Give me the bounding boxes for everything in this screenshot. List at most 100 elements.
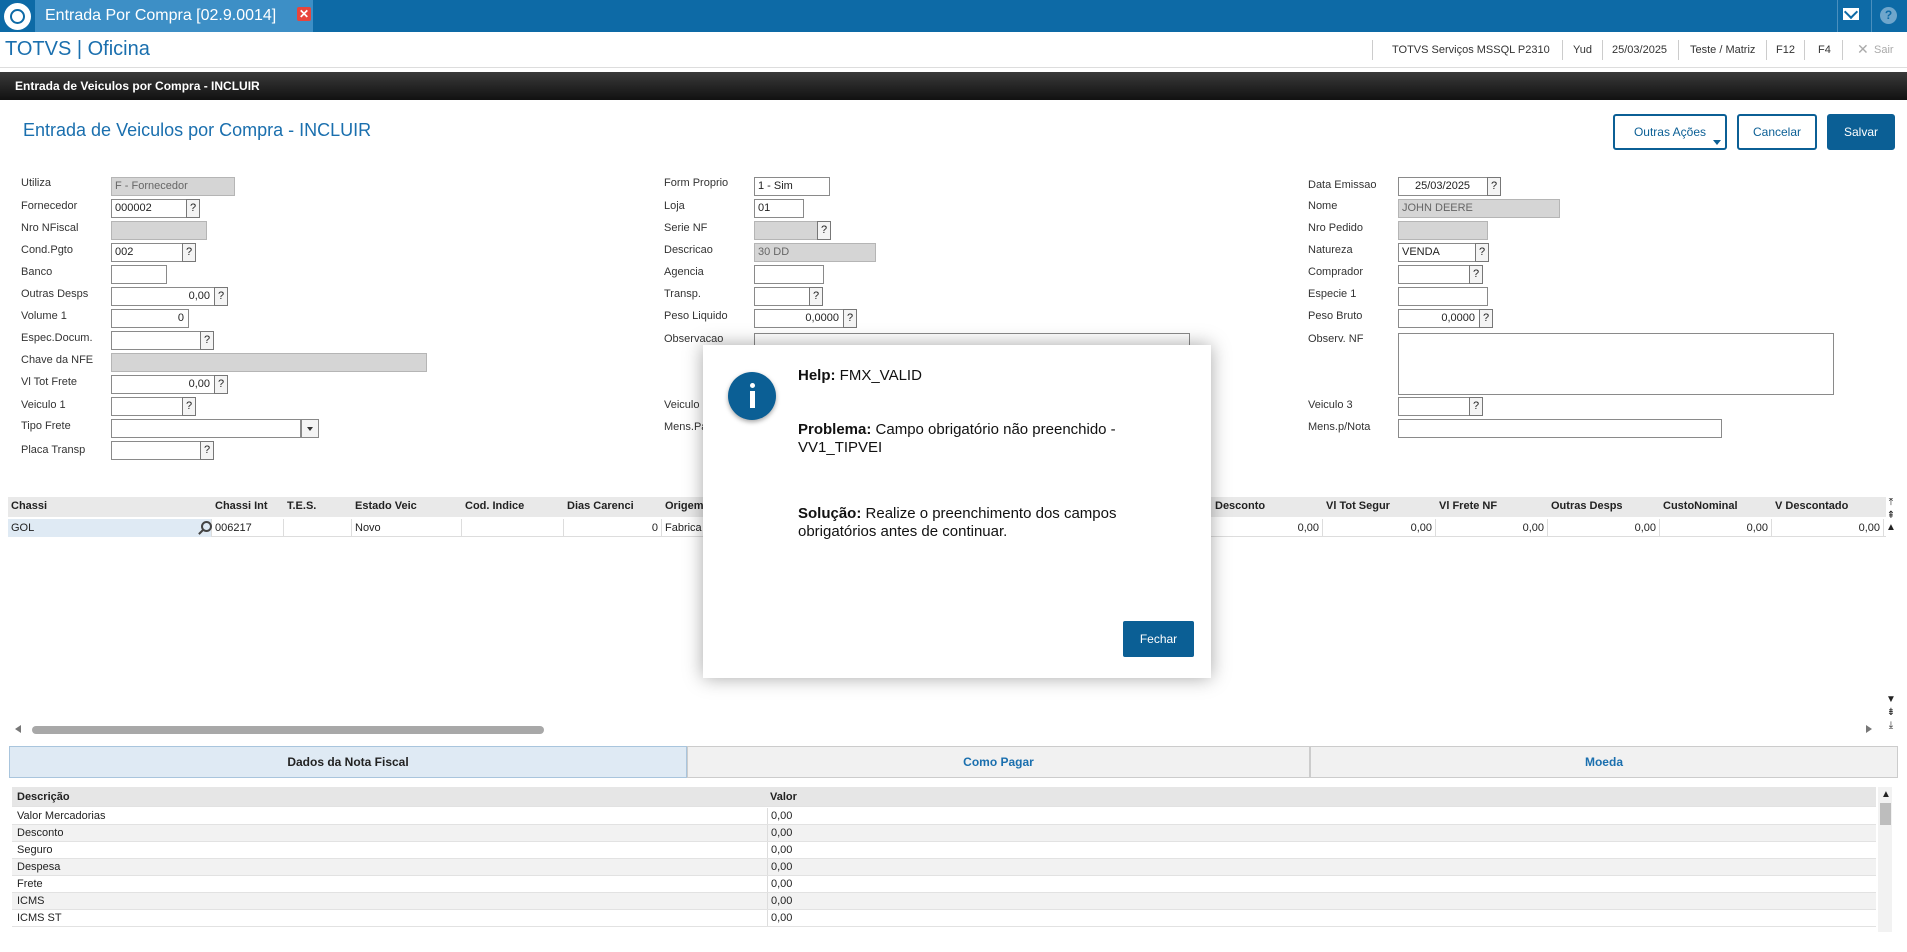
banco-field[interactable] — [111, 265, 167, 284]
fechar-button[interactable]: Fechar — [1123, 621, 1194, 657]
veiculo-3-field[interactable] — [1398, 397, 1470, 416]
cell-vl-tot-segur[interactable]: 0,00 — [1323, 519, 1436, 537]
scroll-page-up-icon[interactable]: ⇞ — [1884, 510, 1898, 521]
cancelar-button[interactable]: Cancelar — [1737, 114, 1817, 150]
peso-liquido-help-button[interactable]: ? — [843, 309, 857, 328]
cell-tes[interactable] — [284, 519, 352, 537]
totvs-logo-icon[interactable] — [4, 3, 31, 30]
col-desconto[interactable]: Desconto — [1215, 500, 1265, 512]
descricao-field[interactable]: 30 DD — [754, 243, 876, 262]
transp-lookup-button[interactable]: ? — [809, 287, 823, 306]
cond-pgto-lookup-button[interactable]: ? — [182, 243, 196, 262]
observ-nf-textarea[interactable] — [1398, 333, 1834, 395]
cell-cod-indice[interactable] — [462, 519, 564, 537]
horizontal-scroll-thumb[interactable] — [32, 726, 544, 734]
utiliza-field[interactable]: F - Fornecedor — [111, 177, 235, 196]
outras-acoes-button[interactable]: Outras Ações — [1613, 114, 1727, 150]
mens-p-nota-field[interactable] — [1398, 419, 1722, 438]
vl-tot-frete-field[interactable]: 0,00 — [111, 375, 215, 394]
table-row[interactable]: Seguro 0,00 — [12, 842, 1876, 859]
peso-bruto-help-button[interactable]: ? — [1479, 309, 1493, 328]
cond-pgto-field[interactable]: 002 — [111, 243, 183, 262]
chevron-down-icon[interactable] — [301, 419, 319, 438]
scroll-up-icon[interactable]: ▲ — [1879, 789, 1893, 800]
natureza-lookup-button[interactable]: ? — [1475, 243, 1489, 262]
serie-nf-field[interactable] — [754, 221, 818, 240]
cell-chassi[interactable]: GOL — [8, 519, 212, 537]
f4-shortcut[interactable]: F4 — [1818, 44, 1831, 56]
calendar-help-button[interactable]: ? — [1487, 177, 1501, 196]
nro-nfiscal-field[interactable] — [111, 221, 207, 240]
mail-icon[interactable] — [1843, 8, 1859, 20]
placa-transp-lookup-button[interactable]: ? — [200, 441, 214, 460]
cell-estado-veic[interactable]: Novo — [352, 519, 462, 537]
table-row[interactable]: ICMS ST 0,00 — [12, 910, 1876, 927]
vl-tot-frete-help-button[interactable]: ? — [214, 375, 228, 394]
vertical-scroll-thumb[interactable] — [1880, 803, 1891, 825]
col-chassi-int[interactable]: Chassi Int — [215, 500, 268, 512]
tab-como-pagar[interactable]: Como Pagar — [687, 746, 1310, 778]
scroll-right-icon[interactable] — [1866, 725, 1872, 733]
col-custo-nominal[interactable]: CustoNominal — [1663, 500, 1738, 512]
espec-docum-field[interactable] — [111, 331, 201, 350]
col-outras-desps[interactable]: Outras Desps — [1551, 500, 1623, 512]
col-tes[interactable]: T.E.S. — [287, 500, 316, 512]
agencia-field[interactable] — [754, 265, 824, 284]
volume-1-field[interactable]: 0 — [111, 309, 189, 328]
veiculo-1-lookup-button[interactable]: ? — [182, 397, 196, 416]
table-row[interactable]: Desconto 0,00 — [12, 825, 1876, 842]
outras-desps-field[interactable]: 0,00 — [111, 287, 215, 306]
tipo-frete-select[interactable] — [111, 419, 301, 438]
comprador-field[interactable] — [1398, 265, 1470, 284]
veiculo-1-field[interactable] — [111, 397, 183, 416]
scroll-top-icon[interactable]: ⤒ — [1884, 497, 1898, 508]
col-valor[interactable]: Valor — [767, 787, 797, 806]
fornecedor-field[interactable]: 000002 — [111, 199, 187, 218]
user-label[interactable]: Yud — [1573, 44, 1592, 56]
fornecedor-lookup-button[interactable]: ? — [186, 199, 200, 218]
form-proprio-field[interactable]: 1 - Sim — [754, 177, 830, 196]
nro-pedido-field[interactable] — [1398, 221, 1488, 240]
cell-dias-carenci[interactable]: 0 — [564, 519, 662, 537]
placa-transp-field[interactable] — [111, 441, 201, 460]
col-vl-tot-segur[interactable]: Vl Tot Segur — [1326, 500, 1390, 512]
cell-chassi-int[interactable]: 006217 — [212, 519, 284, 537]
col-descricao[interactable]: Descrição — [17, 787, 70, 807]
col-estado-veic[interactable]: Estado Veic — [355, 500, 417, 512]
scroll-up-icon[interactable]: ▲ — [1884, 522, 1898, 533]
espec-docum-lookup-button[interactable]: ? — [200, 331, 214, 350]
col-cod-indice[interactable]: Cod. Indice — [465, 500, 524, 512]
tab-moeda[interactable]: Moeda — [1310, 746, 1898, 778]
table-row[interactable]: Frete 0,00 — [12, 876, 1876, 893]
date-label[interactable]: 25/03/2025 — [1612, 44, 1667, 56]
sair-button[interactable]: Sair — [1874, 44, 1894, 56]
col-dias-carenci[interactable]: Dias Carenci — [567, 500, 634, 512]
especie-1-field[interactable] — [1398, 287, 1488, 306]
f12-shortcut[interactable]: F12 — [1776, 44, 1795, 56]
scroll-page-down-icon[interactable]: ⇟ — [1884, 707, 1898, 718]
scroll-bottom-icon[interactable]: ⤓ — [1884, 720, 1898, 731]
peso-liquido-field[interactable]: 0,0000 — [754, 309, 844, 328]
tab-dados-da-nota-fiscal[interactable]: Dados da Nota Fiscal — [9, 746, 687, 778]
outras-desps-help-button[interactable]: ? — [214, 287, 228, 306]
comprador-lookup-button[interactable]: ? — [1469, 265, 1483, 284]
transp-field[interactable] — [754, 287, 810, 306]
scroll-left-icon[interactable] — [15, 725, 21, 733]
cell-custo-nominal[interactable]: 0,00 — [1660, 519, 1772, 537]
natureza-field[interactable]: VENDA — [1398, 243, 1476, 262]
search-icon[interactable] — [201, 521, 212, 532]
salvar-button[interactable]: Salvar — [1827, 114, 1895, 150]
col-v-descontado[interactable]: V Descontado — [1775, 500, 1848, 512]
tab-entrada-por-compra[interactable]: Entrada Por Compra [02.9.0014] — [35, 0, 313, 32]
col-chassi[interactable]: Chassi — [11, 500, 47, 512]
company-label[interactable]: Teste / Matriz — [1690, 44, 1755, 56]
serie-nf-lookup-button[interactable]: ? — [817, 221, 831, 240]
help-icon[interactable]: ? — [1880, 7, 1897, 24]
col-vl-frete-nf[interactable]: Vl Frete NF — [1439, 500, 1497, 512]
chave-nfe-field[interactable] — [111, 353, 427, 372]
cell-v-descontado[interactable]: 0,00 — [1772, 519, 1884, 537]
col-origem[interactable]: Origem — [665, 500, 704, 512]
scroll-down-icon[interactable]: ▼ — [1884, 694, 1898, 705]
veiculo-3-lookup-button[interactable]: ? — [1469, 397, 1483, 416]
table-row[interactable]: Despesa 0,00 — [12, 859, 1876, 876]
